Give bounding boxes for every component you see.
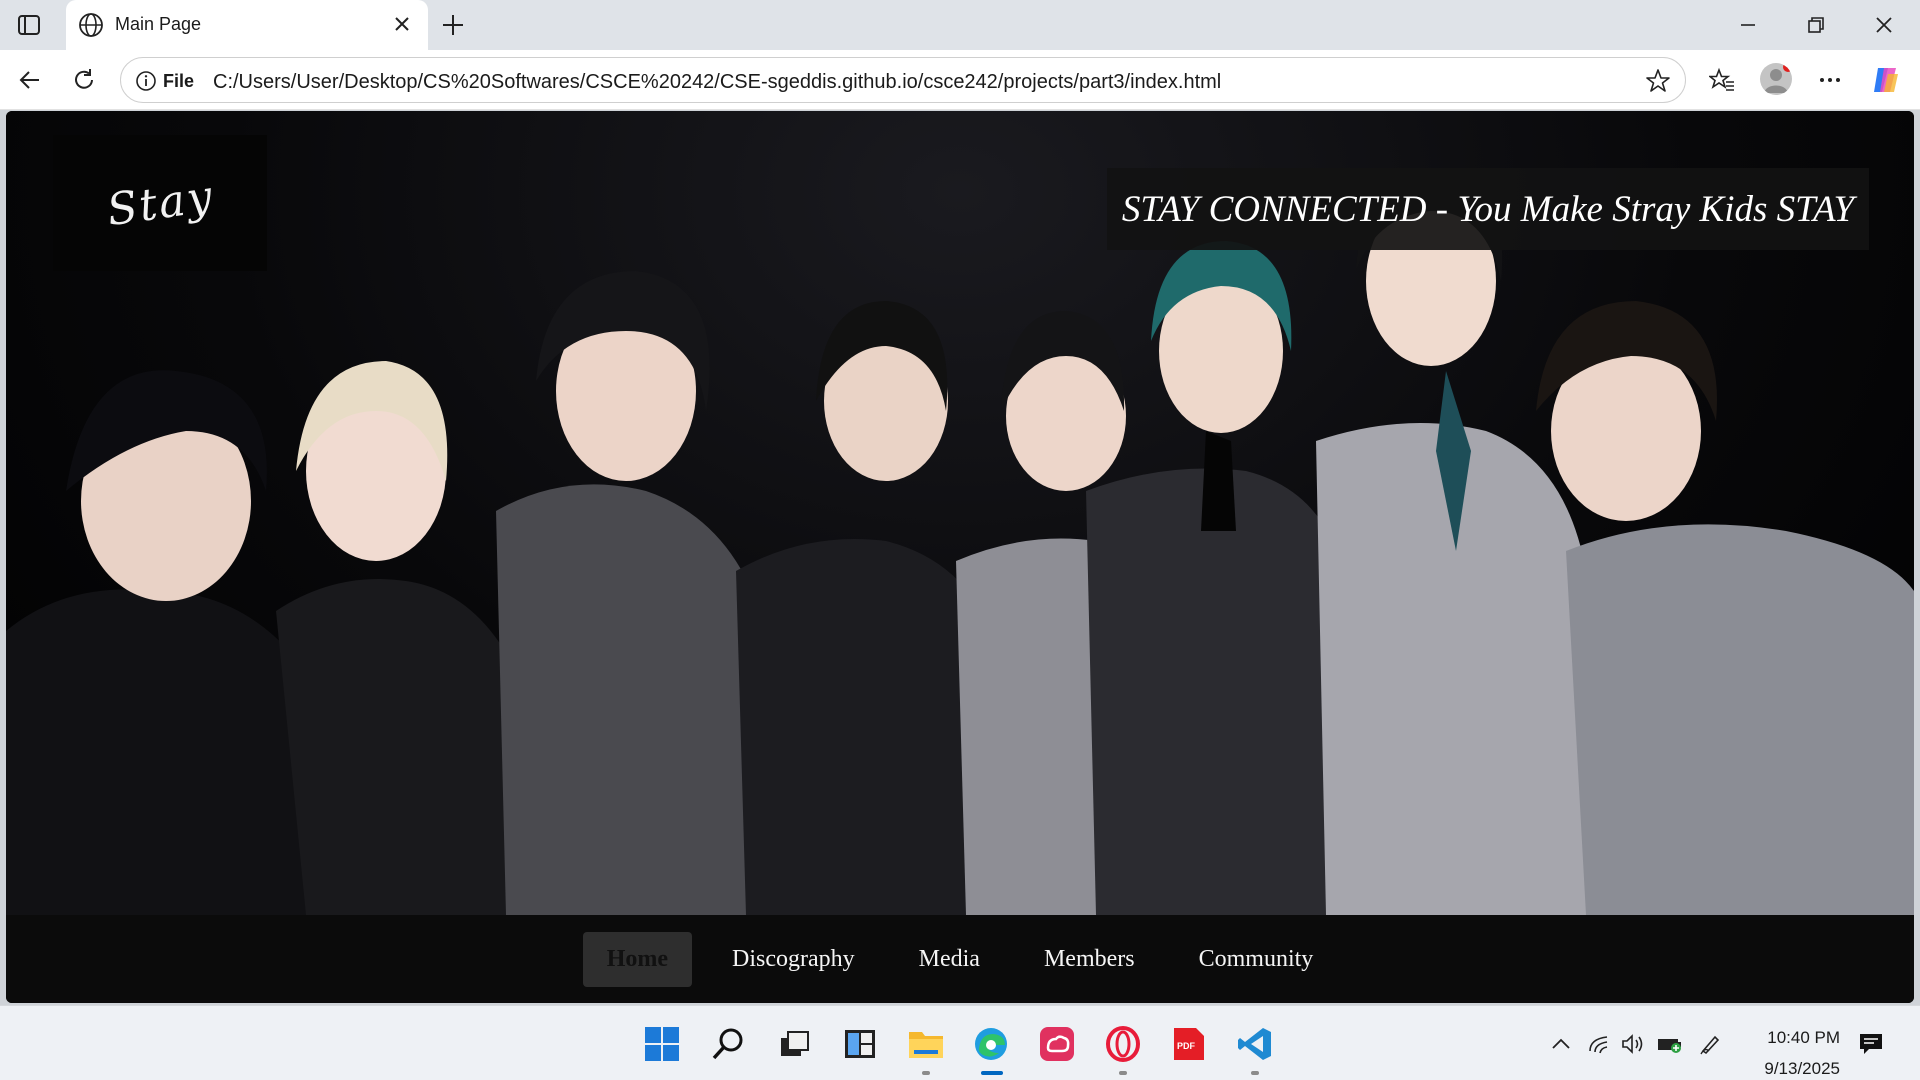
logo-text: Stay <box>103 170 217 236</box>
favorite-star-icon[interactable] <box>1645 68 1671 99</box>
vscode-running-indicator <box>1251 1071 1259 1075</box>
vscode-icon[interactable] <box>1235 1024 1275 1064</box>
copilot-icon[interactable] <box>1870 64 1902 96</box>
opera-running-indicator <box>1119 1071 1127 1075</box>
task-view-icon[interactable] <box>774 1024 814 1064</box>
address-scheme: File <box>163 71 195 91</box>
tab-actions-icon[interactable] <box>14 12 44 38</box>
start-icon[interactable] <box>642 1024 682 1064</box>
favorites-icon[interactable] <box>1706 64 1738 96</box>
refresh-icon[interactable] <box>68 64 100 96</box>
info-icon[interactable] <box>135 70 157 97</box>
nav-media[interactable]: Media <box>895 932 1004 987</box>
tagline-banner: STAY CONNECTED - You Make Stray Kids STA… <box>1107 168 1869 250</box>
creative-cloud-icon[interactable] <box>1037 1024 1077 1064</box>
nav-members[interactable]: Members <box>1020 932 1159 987</box>
web-page: Stay STAY CONNECTED - You Make Stray Kid… <box>6 111 1914 1003</box>
volume-icon[interactable] <box>1619 1031 1645 1057</box>
pen-icon[interactable] <box>1698 1031 1724 1057</box>
edge-running-indicator <box>981 1071 1003 1075</box>
restore-icon[interactable] <box>1802 12 1830 38</box>
browser-tab-strip: Main Page <box>0 0 1920 50</box>
wifi-icon[interactable] <box>1586 1031 1612 1057</box>
minimize-icon[interactable] <box>1734 12 1762 38</box>
browser-tab[interactable]: Main Page <box>66 0 428 50</box>
address-bar[interactable]: File C:/Users/User/Desktop/CS%20Software… <box>120 57 1686 103</box>
profile-avatar[interactable] <box>1760 63 1792 95</box>
edge-icon[interactable] <box>971 1024 1011 1064</box>
nav-home[interactable]: Home <box>582 931 692 987</box>
clock-date: 9/13/2025 <box>1764 1059 1840 1078</box>
opera-icon[interactable] <box>1103 1024 1143 1064</box>
explorer-running-indicator <box>922 1071 930 1075</box>
show-hidden-icons-icon[interactable] <box>1548 1031 1574 1057</box>
close-window-icon[interactable] <box>1870 12 1898 38</box>
notifications-icon[interactable] <box>1858 1031 1884 1057</box>
address-url[interactable]: C:/Users/User/Desktop/CS%20Softwares/CSC… <box>213 71 1221 94</box>
search-icon[interactable] <box>708 1024 748 1064</box>
close-tab-icon[interactable] <box>390 12 414 41</box>
widgets-icon[interactable] <box>840 1024 880 1064</box>
site-logo[interactable]: Stay <box>53 135 267 271</box>
back-arrow-icon[interactable] <box>14 64 46 96</box>
new-tab-icon[interactable] <box>440 12 466 43</box>
clock[interactable]: 10:40 PM 9/13/2025 <box>1740 1022 1840 1080</box>
windows-taskbar: PDF 10:40 PM 9/13/2025 <box>0 1005 1920 1080</box>
nav-community[interactable]: Community <box>1175 932 1338 987</box>
tab-title: Main Page <box>115 14 202 34</box>
nav-discography[interactable]: Discography <box>708 932 879 987</box>
svg-text:PDF: PDF <box>1177 1041 1196 1051</box>
tagline-text: STAY CONNECTED - You Make Stray Kids STA… <box>1121 188 1855 230</box>
file-explorer-icon[interactable] <box>906 1024 946 1064</box>
main-navigation: Home Discography Media Members Community <box>6 915 1914 1003</box>
clock-time: 10:40 PM <box>1767 1028 1840 1047</box>
pdf-icon[interactable]: PDF <box>1169 1024 1209 1064</box>
more-options-icon[interactable] <box>1814 64 1846 96</box>
hero-photo: Stay STAY CONNECTED - You Make Stray Kid… <box>6 111 1914 915</box>
notification-dot <box>1783 63 1792 72</box>
battery-icon[interactable] <box>1657 1031 1683 1057</box>
browser-toolbar: File C:/Users/User/Desktop/CS%20Software… <box>0 50 1920 110</box>
globe-icon <box>78 12 104 43</box>
